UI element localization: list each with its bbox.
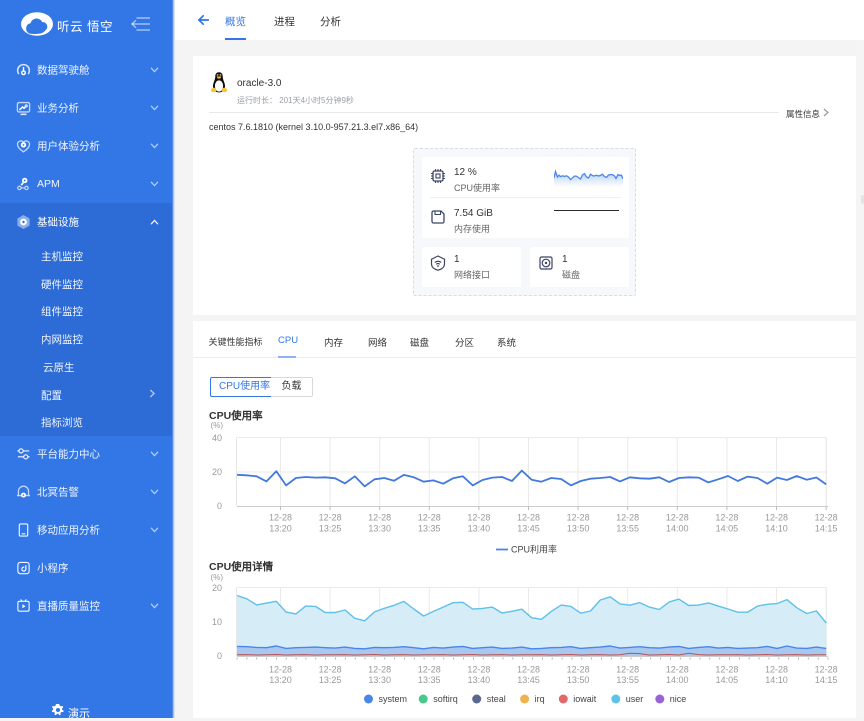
svg-text:12-28: 12-28 (269, 665, 292, 675)
svg-text:12-28: 12-28 (616, 513, 639, 523)
svg-text:12-28: 12-28 (666, 513, 689, 523)
svg-text:12-28: 12-28 (517, 513, 540, 523)
svg-text:steal: steal (487, 694, 506, 704)
svg-text:12-28: 12-28 (815, 513, 838, 523)
svg-text:12-28: 12-28 (715, 665, 738, 675)
svg-text:13:55: 13:55 (616, 524, 639, 534)
svg-text:system: system (379, 694, 408, 704)
svg-text:13:35: 13:35 (418, 524, 441, 534)
svg-text:14:00: 14:00 (666, 675, 689, 685)
svg-text:softirq: softirq (433, 694, 458, 704)
svg-text:iowait: iowait (573, 694, 597, 704)
svg-text:14:10: 14:10 (765, 524, 788, 534)
svg-text:(%): (%) (211, 573, 224, 582)
svg-text:irq: irq (535, 694, 545, 704)
svg-text:12-28: 12-28 (467, 665, 490, 675)
svg-text:user: user (626, 694, 644, 704)
svg-text:13:50: 13:50 (567, 524, 590, 534)
svg-text:13:25: 13:25 (319, 524, 342, 534)
svg-text:0: 0 (217, 651, 222, 661)
svg-text:12-28: 12-28 (666, 665, 689, 675)
svg-text:12-28: 12-28 (319, 665, 342, 675)
svg-text:0: 0 (217, 501, 222, 511)
svg-text:12-28: 12-28 (368, 513, 391, 523)
svg-text:12-28: 12-28 (715, 513, 738, 523)
svg-text:12-28: 12-28 (517, 665, 540, 675)
svg-text:13:40: 13:40 (468, 524, 491, 534)
svg-text:13:35: 13:35 (418, 675, 441, 685)
svg-text:40: 40 (212, 433, 222, 443)
svg-text:14:15: 14:15 (815, 675, 838, 685)
svg-text:20: 20 (212, 583, 222, 593)
svg-text:13:45: 13:45 (517, 675, 540, 685)
svg-text:12-28: 12-28 (616, 665, 639, 675)
svg-text:13:45: 13:45 (517, 524, 540, 534)
svg-text:12-28: 12-28 (567, 665, 590, 675)
svg-text:13:30: 13:30 (368, 524, 391, 534)
svg-text:13:20: 13:20 (269, 524, 292, 534)
svg-text:12-28: 12-28 (319, 513, 342, 523)
svg-text:14:10: 14:10 (765, 675, 788, 685)
svg-text:12-28: 12-28 (269, 513, 292, 523)
svg-text:20: 20 (212, 467, 222, 477)
svg-text:10: 10 (212, 617, 222, 627)
svg-text:14:15: 14:15 (815, 524, 838, 534)
svg-text:14:05: 14:05 (716, 675, 739, 685)
svg-text:12-28: 12-28 (418, 665, 441, 675)
svg-text:12-28: 12-28 (368, 665, 391, 675)
svg-text:13:50: 13:50 (567, 675, 590, 685)
svg-text:12-28: 12-28 (765, 665, 788, 675)
svg-text:12-28: 12-28 (765, 513, 788, 523)
svg-text:nice: nice (670, 694, 687, 704)
svg-text:14:00: 14:00 (666, 524, 689, 534)
svg-text:13:40: 13:40 (468, 675, 491, 685)
svg-text:13:55: 13:55 (616, 675, 639, 685)
svg-text:CPU利用率: CPU利用率 (511, 544, 557, 555)
svg-text:12-28: 12-28 (418, 513, 441, 523)
svg-text:14:05: 14:05 (716, 524, 739, 534)
svg-text:13:30: 13:30 (368, 675, 391, 685)
svg-text:12-28: 12-28 (567, 513, 590, 523)
svg-text:13:20: 13:20 (269, 675, 292, 685)
svg-text:12-28: 12-28 (467, 513, 490, 523)
svg-text:13:25: 13:25 (319, 675, 342, 685)
svg-text:12-28: 12-28 (815, 665, 838, 675)
svg-text:(%): (%) (211, 421, 224, 430)
